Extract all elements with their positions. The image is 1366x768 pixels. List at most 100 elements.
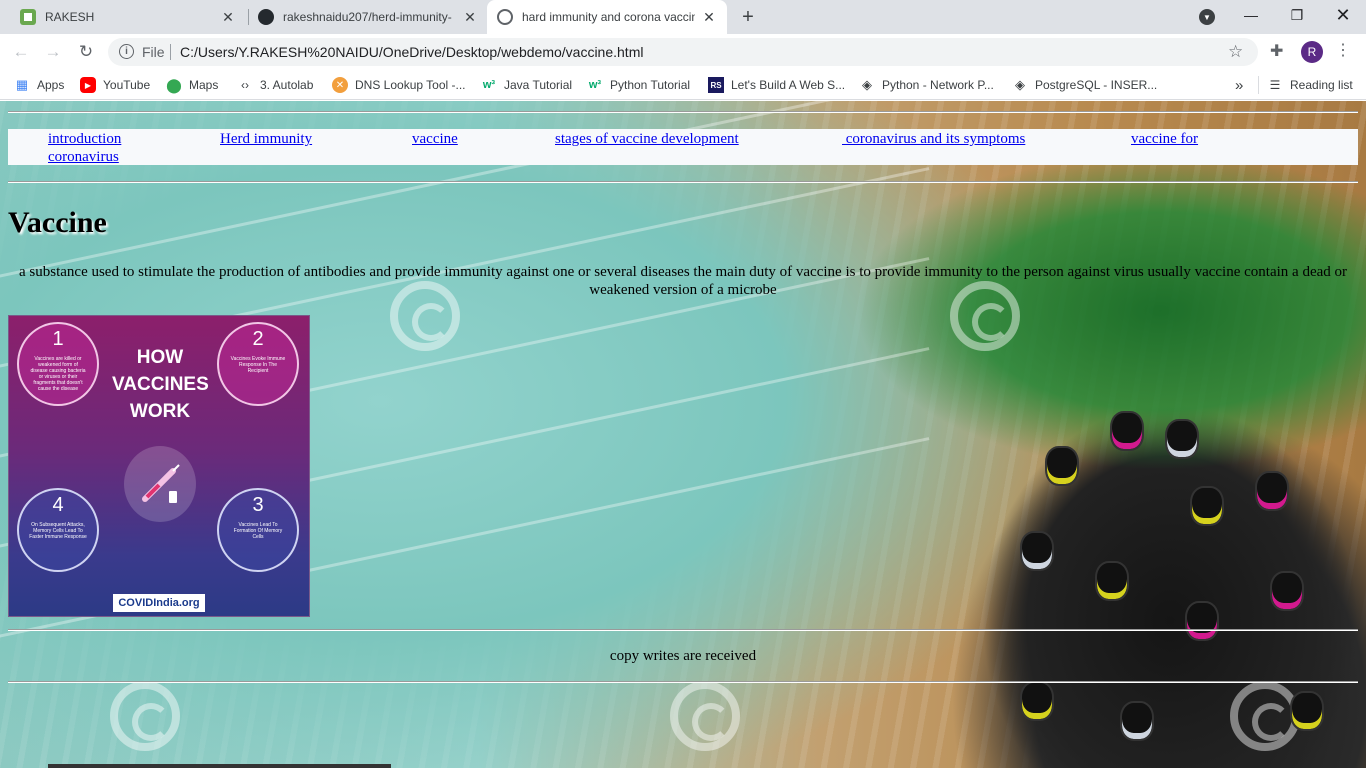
tab-github[interactable]: rakeshnaidu207/herd-immunity- ✕ (250, 0, 486, 34)
sheet-icon (20, 9, 36, 25)
step-4-circle: 4 On Subsequent Attacks, Memory Cells Le… (17, 488, 99, 572)
bookmark-autolab[interactable]: ‹› 3. Autolab (237, 76, 313, 94)
bookmark-java-tutorial[interactable]: w³ Java Tutorial (481, 76, 572, 94)
address-bar[interactable]: i File C:/Users/Y.RAKESH%20NAIDU/OneDriv… (108, 38, 1258, 66)
syringe-icon (124, 446, 196, 522)
tab-search-icon[interactable]: ▼ (1199, 9, 1215, 25)
tab-rakesh[interactable]: RAKESH ✕ (8, 0, 248, 34)
bookmark-web-series[interactable]: RS Let's Build A Web S... (708, 76, 845, 94)
virus-spike (1020, 681, 1054, 721)
virus-spike (1120, 701, 1154, 741)
minimize-button[interactable]: — (1228, 0, 1274, 30)
bookmark-label: Let's Build A Web S... (731, 78, 846, 92)
vaccine-description: a substance used to stimulate the produc… (19, 264, 1347, 298)
nav-link-vaccine-for[interactable]: vaccine for (1131, 130, 1198, 148)
nav-link-coronavirus-symptoms[interactable]: coronavirus and its symptoms (842, 130, 1026, 148)
apps-grid-icon: ▦ (15, 77, 29, 92)
nav-link-vaccine-for-coronavirus[interactable]: coronavirus (48, 148, 119, 166)
step-1-circle: 1 Vaccines are killed or weakened form o… (17, 322, 99, 406)
infographic-source: COVIDIndia.org (113, 594, 205, 612)
nav-link-vaccine[interactable]: vaccine (412, 130, 458, 148)
code-brackets-icon: ‹› (241, 78, 249, 92)
scheme-label: File (142, 44, 165, 60)
w3schools-icon: w³ (482, 79, 496, 91)
bookmark-label: Python - Network P... (882, 78, 994, 92)
back-arrow-icon[interactable]: ← (10, 41, 32, 63)
reading-list-button[interactable]: ☰ Reading list (1258, 76, 1353, 94)
copyright-footer: copy writes are received (609, 648, 757, 664)
watermark-spiral-icon (110, 681, 180, 751)
virus-spike (1255, 471, 1289, 511)
bookmark-maps[interactable]: ⬤ Maps (166, 76, 218, 94)
restore-button[interactable]: ❐ (1274, 0, 1320, 30)
page-nav: introduction Herd immunity vaccine stage… (8, 129, 1358, 165)
bookmark-label: Apps (37, 78, 65, 92)
step-3-circle: 3 Vaccines Lead To Formation Of Memory C… (217, 488, 299, 572)
virus-spike (1290, 691, 1324, 731)
bookmark-postgresql[interactable]: ◈ PostgreSQL - INSER... (1012, 76, 1157, 94)
tab-title: RAKESH (45, 10, 95, 24)
address-url[interactable]: C:/Users/Y.RAKESH%20NAIDU/OneDrive/Deskt… (180, 44, 643, 60)
bookmark-label: Java Tutorial (504, 78, 573, 92)
step-2-circle: 2 Vaccines Evoke Immune Response In The … (217, 322, 299, 406)
menu-dots-icon[interactable]: ⋮ (1335, 40, 1351, 60)
reading-list-label: Reading list (1290, 78, 1353, 92)
close-window-button[interactable]: ✕ (1320, 0, 1366, 30)
w3schools-icon: w³ (588, 79, 602, 91)
extensions-puzzle-icon[interactable]: ✚ (1270, 41, 1283, 61)
bookmark-label: 3. Autolab (260, 78, 314, 92)
bookmark-dns-lookup[interactable]: ✕ DNS Lookup Tool -... (332, 76, 466, 94)
bookmark-apps[interactable]: ▦ Apps (14, 76, 65, 94)
info-icon[interactable]: i (119, 44, 134, 59)
bookmarks-overflow-button[interactable]: » (1235, 76, 1243, 94)
horizontal-scrollbar[interactable] (48, 764, 391, 768)
tab-title: hard immunity and corona vaccin (522, 10, 695, 24)
close-icon[interactable]: ✕ (462, 9, 478, 25)
virus-spike (1185, 601, 1219, 641)
bookmark-label: PostgreSQL - INSER... (1035, 78, 1158, 92)
diamond-icon: ◈ (1015, 77, 1025, 92)
bookmark-label: Python Tutorial (610, 78, 691, 92)
virus-spike (1270, 571, 1304, 611)
nav-link-herd-immunity[interactable]: Herd immunity (220, 130, 312, 148)
bookmark-python-tutorial[interactable]: w³ Python Tutorial (587, 76, 690, 94)
github-icon (258, 9, 274, 25)
tab-strip: RAKESH ✕ rakeshnaidu207/herd-immunity- ✕… (0, 0, 1366, 34)
bookmark-youtube[interactable]: ▶ YouTube (80, 76, 150, 94)
youtube-icon: ▶ (80, 77, 96, 93)
bookmarks-bar: ▦ Apps ▶ YouTube ⬤ Maps ‹› 3. Autolab ✕ … (0, 70, 1366, 100)
address-divider (170, 44, 171, 60)
horizontal-rule (8, 111, 1358, 113)
browser-toolbar: ← → ↻ i File C:/Users/Y.RAKESH%20NAIDU/O… (0, 34, 1366, 70)
virus-spike (1095, 561, 1129, 601)
dns-tool-icon: ✕ (332, 77, 348, 93)
page-title: Vaccine (8, 206, 107, 239)
virus-spike (1110, 411, 1144, 451)
bookmark-label: Maps (189, 78, 219, 92)
close-icon[interactable]: ✕ (701, 9, 717, 25)
reading-list-icon: ☰ (1269, 78, 1281, 92)
tab-title: rakeshnaidu207/herd-immunity- (283, 10, 452, 24)
virus-spike (1045, 446, 1079, 486)
bookmark-star-icon[interactable]: ☆ (1228, 42, 1243, 62)
bookmark-label: YouTube (103, 78, 151, 92)
tab-vaccine-active[interactable]: hard immunity and corona vaccin ✕ (487, 0, 727, 34)
bookmark-label: DNS Lookup Tool -... (355, 78, 466, 92)
forward-arrow-icon[interactable]: → (42, 41, 64, 63)
nav-link-introduction[interactable]: introduction (48, 130, 121, 148)
bookmark-python-network[interactable]: ◈ Python - Network P... (859, 76, 994, 94)
watermark-spiral-icon (670, 681, 740, 751)
close-icon[interactable]: ✕ (220, 9, 236, 25)
reload-icon[interactable]: ↻ (75, 41, 97, 63)
virus-spike (1020, 531, 1054, 571)
globe-icon (497, 9, 513, 25)
how-vaccines-work-image: 1 Vaccines are killed or weakened form o… (8, 315, 310, 617)
horizontal-rule (8, 181, 1358, 183)
horizontal-rule (8, 681, 1358, 683)
nav-link-stages[interactable]: stages of vaccine development (555, 130, 739, 148)
new-tab-button[interactable]: + (737, 6, 759, 28)
profile-avatar[interactable]: R (1301, 41, 1323, 63)
page-viewport: introduction Herd immunity vaccine stage… (0, 101, 1366, 768)
horizontal-rule (8, 629, 1358, 631)
rs-icon: RS (708, 77, 724, 93)
